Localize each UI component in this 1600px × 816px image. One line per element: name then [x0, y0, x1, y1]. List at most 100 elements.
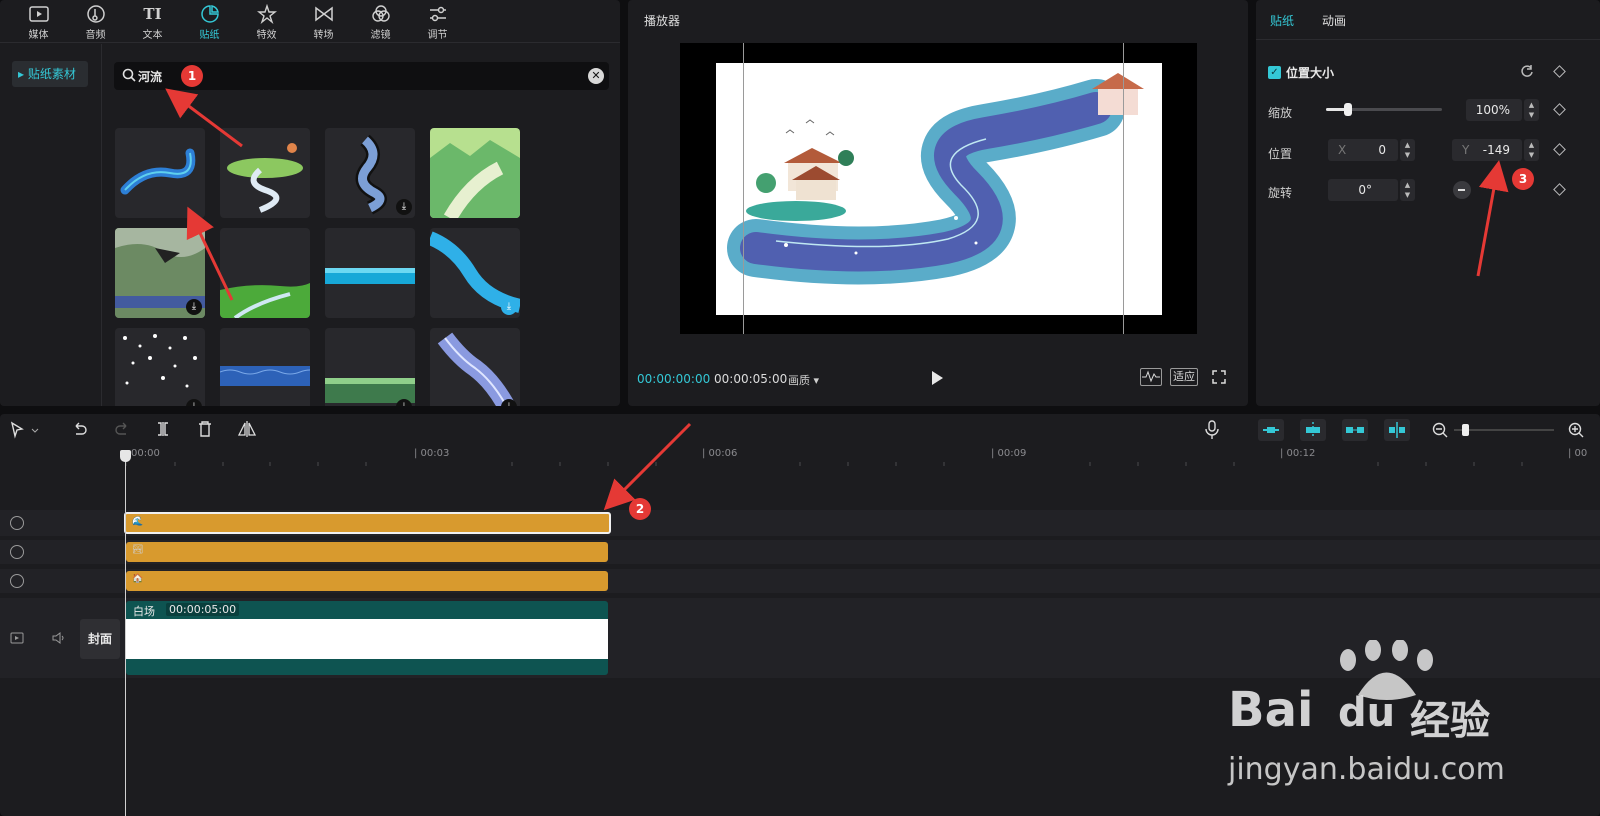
auto-snap-icon[interactable]	[1300, 419, 1326, 441]
sticker-river-village[interactable]	[220, 128, 310, 218]
sticker-river-blue[interactable]	[115, 128, 205, 218]
download-icon[interactable]: ⤓	[396, 199, 412, 215]
tab-text[interactable]: TI 文本	[124, 0, 181, 42]
zoom-slider[interactable]	[1454, 424, 1554, 436]
checkbox-icon[interactable]: ✓	[1268, 66, 1281, 79]
snap-main-track-icon[interactable]	[1258, 419, 1284, 441]
annotation-badge: 1	[181, 65, 203, 87]
tick-label: | 00:06	[702, 448, 738, 459]
tab-transition[interactable]: 转场	[295, 0, 352, 42]
baidu-watermark: Bai du 经验	[1228, 640, 1528, 760]
sticker-river-lavender[interactable]: ⤓	[430, 328, 520, 406]
tab-audio[interactable]: 音频	[67, 0, 124, 42]
reset-icon[interactable]	[1520, 64, 1534, 78]
keyframe-icon[interactable]	[1553, 65, 1566, 78]
preview-canvas[interactable]	[716, 63, 1162, 315]
watermark-brand: Bai	[1228, 682, 1314, 738]
sticker-track-icon[interactable]	[10, 545, 24, 559]
sticker-clip-river[interactable]: 🌊	[124, 512, 611, 534]
tab-sticker-props[interactable]: 贴纸	[1270, 12, 1294, 29]
zoom-in-icon[interactable]	[1568, 422, 1584, 438]
waveform-icon[interactable]	[1140, 368, 1162, 386]
position-x-stepper[interactable]: ▲ ▼	[1400, 139, 1415, 161]
cover-button[interactable]: 封面	[80, 619, 120, 659]
scale-slider[interactable]	[1326, 103, 1442, 116]
keyframe-icon[interactable]	[1553, 103, 1566, 116]
preview-axis-icon[interactable]	[1384, 419, 1410, 441]
keyframe-icon[interactable]	[1553, 143, 1566, 156]
redo-icon[interactable]	[114, 422, 130, 436]
sticker-river-meadow[interactable]	[220, 228, 310, 318]
audio-icon	[85, 3, 107, 25]
playhead-handle[interactable]	[120, 450, 131, 462]
preview-stage[interactable]	[680, 43, 1197, 334]
rotation-dial[interactable]	[1453, 181, 1471, 199]
village-thumbnail-icon: 🏞	[132, 545, 144, 555]
sticker-river-valley[interactable]	[430, 128, 520, 218]
sticker-water-surface[interactable]	[220, 328, 310, 406]
timeline-toolbar	[0, 414, 1600, 446]
split-icon[interactable]	[156, 421, 170, 437]
tab-filter[interactable]: 滤镜	[352, 0, 409, 42]
tab-media[interactable]: 媒体	[10, 0, 67, 42]
river-thumbnail-icon: 🌊	[132, 517, 144, 527]
playhead[interactable]	[125, 452, 126, 816]
zoom-out-icon[interactable]	[1432, 422, 1448, 438]
tab-animation[interactable]: 动画	[1322, 12, 1346, 29]
fullscreen-icon[interactable]	[1212, 370, 1226, 384]
preview-river-scene	[727, 73, 1144, 285]
scale-slider-knob[interactable]	[1344, 103, 1353, 116]
fit-button[interactable]: 适应	[1170, 368, 1198, 386]
main-clip-white[interactable]: 白场 00:00:05:00	[126, 601, 608, 675]
select-tool-icon[interactable]	[10, 421, 42, 439]
sticker-river-outline[interactable]: ⤓	[325, 128, 415, 218]
video-track-icon[interactable]	[10, 632, 24, 644]
position-y-field[interactable]: Y -149	[1452, 139, 1522, 161]
effects-icon	[256, 3, 278, 25]
undo-icon[interactable]	[72, 422, 88, 436]
annotation-badge: 2	[629, 498, 651, 520]
sticker-clip-house[interactable]: 🏠	[126, 571, 608, 591]
timeline-ruler[interactable]: 00:00 | 00:03 | 00:06 | 00:09 | 00:12 | …	[0, 446, 1600, 466]
keyframe-icon[interactable]	[1553, 183, 1566, 196]
scale-label: 缩放	[1268, 106, 1293, 120]
toolbar-tabs: 媒体 音频 TI 文本 贴纸 特效 转场 滤镜 调节	[0, 0, 620, 43]
tick-label: | 00:09	[991, 448, 1027, 459]
rotation-field[interactable]: 0°	[1328, 179, 1398, 201]
rotation-stepper[interactable]: ▲ ▼	[1400, 179, 1415, 201]
tab-adjust[interactable]: 调节	[409, 0, 466, 42]
position-label: 位置	[1268, 147, 1293, 161]
delete-icon[interactable]	[198, 421, 212, 437]
play-icon[interactable]	[930, 370, 944, 386]
mirror-icon[interactable]	[238, 420, 256, 438]
mute-icon[interactable]	[52, 632, 66, 644]
sidebar-item-sticker-library[interactable]: ▸ 贴纸素材	[12, 61, 88, 87]
position-size-section[interactable]: ✓ 位置大小	[1268, 64, 1334, 81]
sticker-clip-village[interactable]: 🏞	[126, 542, 608, 562]
sticker-river-strip[interactable]	[325, 228, 415, 318]
scale-field[interactable]: 100%	[1466, 99, 1522, 121]
sticker-snow-sparkle[interactable]: ⤓	[115, 328, 205, 406]
house-thumbnail-icon: 🏠	[132, 574, 144, 584]
position-y-stepper[interactable]: ▲ ▼	[1524, 139, 1539, 161]
sticker-riverbank[interactable]: ⤓	[325, 328, 415, 406]
tab-sticker[interactable]: 贴纸	[181, 0, 238, 42]
scale-stepper[interactable]: ▲ ▼	[1524, 99, 1539, 121]
watermark-url: jingyan.baidu.com	[1228, 752, 1505, 787]
sticker-track-icon[interactable]	[10, 516, 24, 530]
linkage-icon[interactable]	[1342, 419, 1368, 441]
position-x-field[interactable]: X0	[1328, 139, 1398, 161]
annotation-badge: 3	[1512, 168, 1534, 190]
sticker-track-icon[interactable]	[10, 574, 24, 588]
clear-search-icon[interactable]: ✕	[588, 68, 604, 84]
tab-effects[interactable]: 特效	[238, 0, 295, 42]
quality-dropdown[interactable]: 画质 ▾	[788, 372, 819, 388]
download-icon[interactable]: ⤓	[501, 299, 517, 315]
download-icon[interactable]: ⤓	[186, 299, 202, 315]
sticker-river-cyan[interactable]: ⤓	[430, 228, 520, 318]
white-frame-thumbnail	[126, 619, 608, 659]
sticker-river-photo[interactable]: ⤓	[115, 228, 205, 318]
sticker-sidebar: ▸ 贴纸素材	[0, 44, 102, 406]
total-timecode: 00:00:05:00	[714, 372, 788, 386]
microphone-icon[interactable]	[1205, 420, 1219, 440]
